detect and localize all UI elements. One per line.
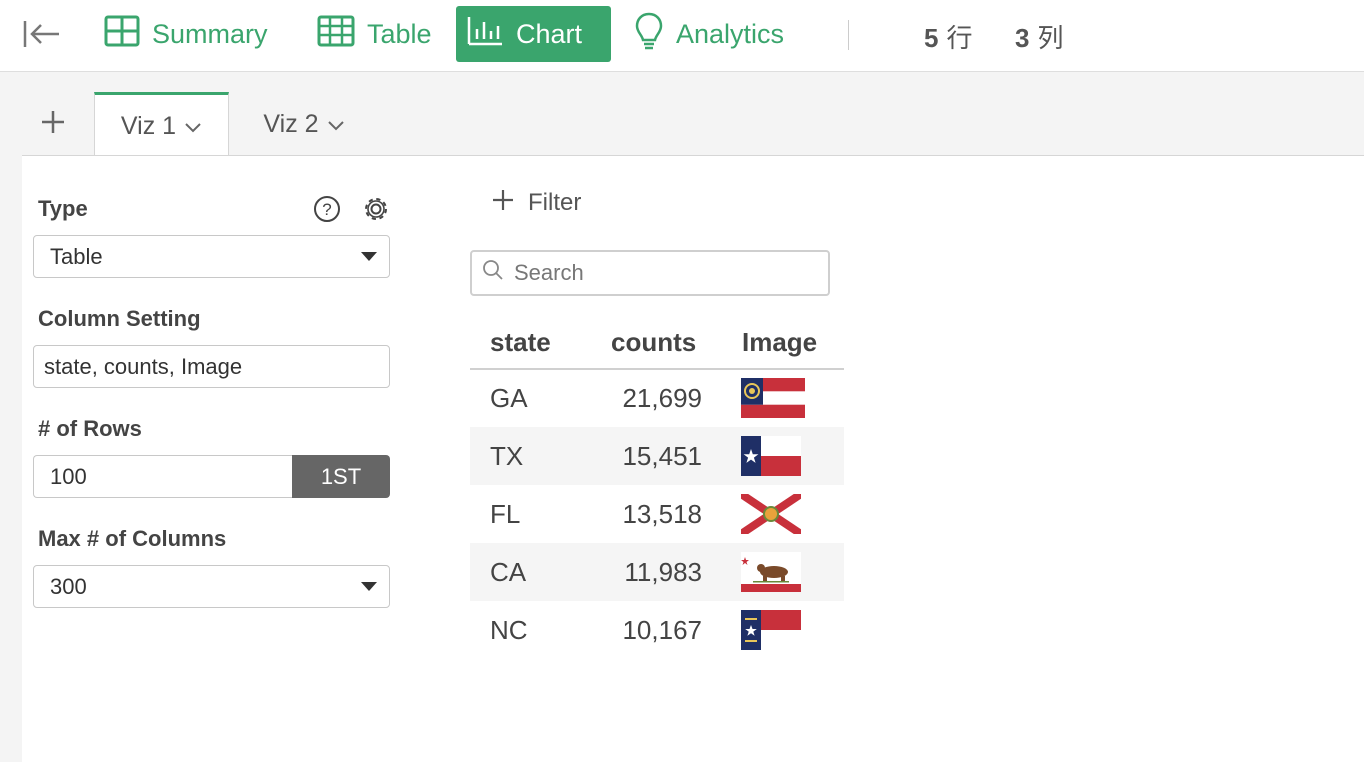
tab-viz-1-label: Viz 1 <box>120 111 177 140</box>
florida-flag-icon <box>741 485 801 543</box>
search-placeholder: Search <box>514 260 584 285</box>
table-icon <box>317 15 367 54</box>
type-label: Type <box>38 196 88 221</box>
toolbar-chart-label: Chart <box>516 18 583 49</box>
dropdown-caret-icon <box>361 582 377 591</box>
column-setting-value: state, counts, Image <box>44 353 243 379</box>
georgia-flag-icon <box>741 369 805 427</box>
toolbar-analytics-label: Analytics <box>676 18 785 49</box>
column-header-image[interactable]: Image <box>742 316 817 368</box>
table-row: CA 11,983 <box>470 543 844 601</box>
tab-viz-2[interactable]: Viz 2 <box>248 92 360 156</box>
column-setting-label: Column Setting <box>38 306 201 331</box>
cell-counts: 13,518 <box>622 498 702 529</box>
lightbulb-icon <box>634 11 676 58</box>
row-count: 5行 <box>924 18 972 55</box>
max-columns-value: 300 <box>50 573 87 599</box>
row-count-value: 5 <box>924 23 939 53</box>
row-count-unit: 行 <box>946 23 973 53</box>
add-filter-button[interactable]: Filter <box>492 185 581 221</box>
dropdown-caret-icon <box>361 252 377 261</box>
max-columns-label: Max # of Columns <box>38 526 227 551</box>
cell-counts: 15,451 <box>622 440 702 471</box>
gear-icon[interactable] <box>361 194 391 229</box>
cell-state: NC <box>490 614 528 645</box>
cell-state: GA <box>490 382 528 413</box>
column-header-state[interactable]: state <box>490 316 551 368</box>
viz-panel: Type ? Table Column Setting state, count… <box>22 155 1364 762</box>
table-row: NC 10,167 <box>470 601 844 659</box>
summary-grid-icon <box>104 15 152 54</box>
toolbar-summary-label: Summary <box>152 18 268 49</box>
toolbar-table-button[interactable]: Table <box>307 6 442 62</box>
table-row: FL 13,518 <box>470 485 844 543</box>
top-toolbar: Summary Table Chart Analytics 5 行 3 列 <box>0 0 1364 72</box>
svg-text:?: ? <box>322 200 331 219</box>
help-icon[interactable]: ? <box>313 195 341 228</box>
search-icon <box>482 259 514 287</box>
chevron-down-icon[interactable] <box>184 112 202 141</box>
cell-counts: 21,699 <box>622 382 702 413</box>
collapse-sidebar-icon[interactable] <box>22 18 62 50</box>
rows-input[interactable]: 100 <box>33 455 293 498</box>
max-columns-select[interactable]: 300 <box>33 565 390 608</box>
texas-flag-icon <box>741 427 801 485</box>
table-row: GA 21,699 <box>470 369 844 427</box>
rows-label: # of Rows <box>38 416 142 441</box>
cell-state: TX <box>490 440 524 471</box>
toolbar-analytics-button[interactable]: Analytics <box>624 6 794 62</box>
column-count: 3列 <box>1015 18 1063 55</box>
cell-state: FL <box>490 498 521 529</box>
rows-first-button[interactable]: 1ST <box>292 455 390 498</box>
viz-tabs: Viz 1 Viz 2 <box>0 73 1364 157</box>
cell-counts: 10,167 <box>622 614 702 645</box>
tab-viz-1[interactable]: Viz 1 <box>94 92 229 157</box>
toolbar-chart-button[interactable]: Chart <box>456 6 611 62</box>
cell-counts: 11,983 <box>624 556 702 587</box>
table-row: TX 15,451 <box>470 427 844 485</box>
tab-viz-2-label: Viz 2 <box>263 109 319 138</box>
toolbar-table-label: Table <box>367 18 432 49</box>
type-select-value: Table <box>50 243 103 269</box>
chart-bars-icon <box>466 15 516 54</box>
search-input[interactable]: Search <box>470 250 830 296</box>
cell-state: CA <box>490 556 527 587</box>
add-tab-icon[interactable] <box>38 107 68 137</box>
rows-input-value: 100 <box>50 463 87 489</box>
column-count-value: 3 <box>1015 23 1030 53</box>
column-count-unit: 列 <box>1037 23 1064 53</box>
type-select[interactable]: Table <box>33 235 390 278</box>
column-setting-field[interactable]: state, counts, Image <box>33 345 390 388</box>
plus-icon <box>492 189 528 218</box>
column-header-counts[interactable]: counts <box>611 316 696 368</box>
chevron-down-icon[interactable] <box>327 110 345 139</box>
toolbar-divider <box>848 20 849 50</box>
toolbar-summary-button[interactable]: Summary <box>94 6 278 62</box>
filter-label: Filter <box>528 189 582 216</box>
california-flag-icon <box>741 543 801 601</box>
north-carolina-flag-icon <box>741 601 801 659</box>
